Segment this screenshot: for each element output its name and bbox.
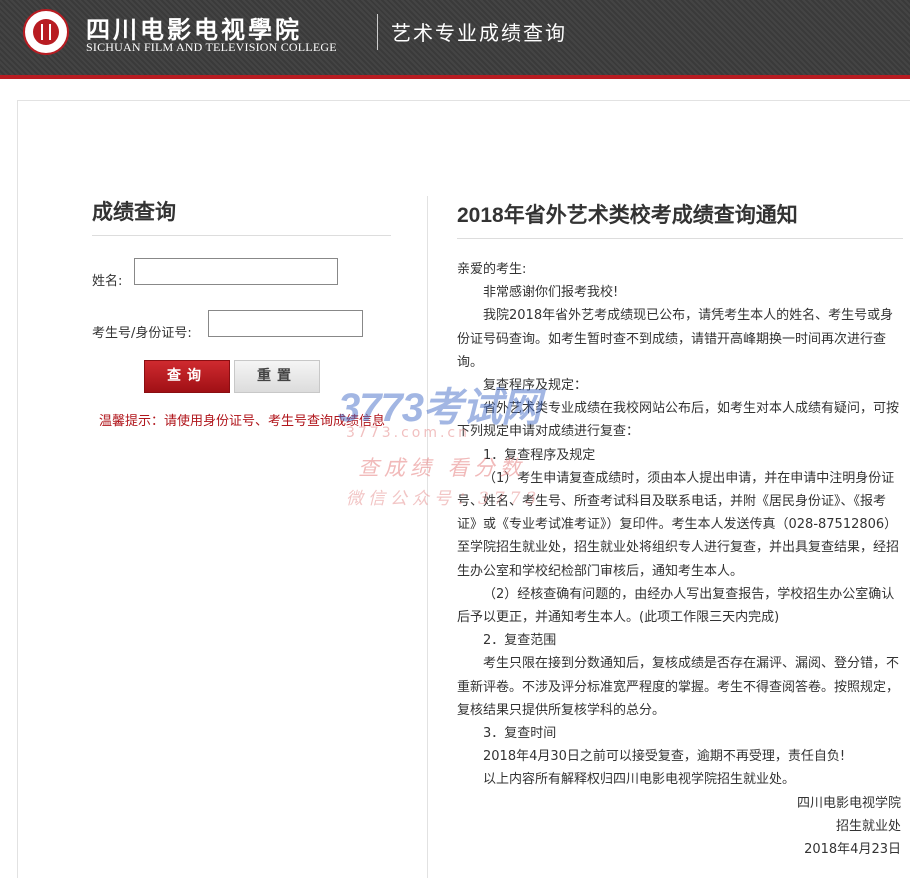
notice-title: 2018年省外艺术类校考成绩查询通知 bbox=[457, 204, 798, 227]
notice-title-divider bbox=[457, 238, 903, 239]
id-label: 考生号/身份证号: bbox=[92, 326, 192, 341]
name-input[interactable] bbox=[134, 258, 338, 285]
college-name-en: SICHUAN FILM AND TELEVISION COLLEGE bbox=[86, 40, 337, 54]
header-accent-bar bbox=[0, 75, 910, 79]
notice-paragraph: 2018年4月30日之前可以接受复查，逾期不再受理，责任自负! bbox=[483, 749, 846, 765]
query-title: 成绩查询 bbox=[92, 200, 176, 224]
header-divider bbox=[377, 14, 378, 50]
reset-button[interactable]: 重置 bbox=[234, 360, 320, 393]
notice-paragraph: （2）经核查确有问题的，由经办人写出复查报告，学校招生办公室确认后予以更正，并通… bbox=[457, 586, 895, 626]
notice-section-title: 3．复查时间 bbox=[483, 726, 557, 742]
id-number-input[interactable] bbox=[208, 310, 363, 337]
query-button[interactable]: 查询 bbox=[144, 360, 230, 393]
notice-thanks: 非常感谢你们报考我校! bbox=[483, 285, 619, 301]
notice-signature-dept: 招生就业处 bbox=[835, 818, 901, 834]
notice-section-title: 1．复查程序及规定 bbox=[483, 447, 596, 463]
notice-date: 2018年4月23日 bbox=[804, 842, 901, 858]
notice-paragraph: 我院2018年省外艺考成绩现已公布，请凭考生本人的姓名、考生号或身份证号码查询。… bbox=[457, 308, 894, 370]
notice-paragraph: （1）考生申请复查成绩时，须由本人提出申请，并在申请中注明身份证号、姓名、考生号… bbox=[457, 470, 900, 579]
query-tip: 温馨提示：请使用身份证号、考生号查询成绩信息 bbox=[98, 414, 385, 429]
notice-greeting: 亲爱的考生: bbox=[457, 262, 527, 277]
notice-paragraph: 省外艺术类专业成绩在我校网站公布后，如考生对本人成绩有疑问，可按下列规定申请对成… bbox=[457, 401, 900, 440]
notice-body: 亲爱的考生: 非常感谢你们报考我校! 我院2018年省外艺考成绩现已公布，请凭考… bbox=[457, 258, 901, 861]
college-logo-icon[interactable] bbox=[23, 9, 69, 55]
notice-signature-org: 四川电影电视学院 bbox=[796, 795, 901, 811]
page-name: 艺术专业成绩查询 bbox=[391, 21, 567, 45]
column-divider bbox=[427, 196, 428, 878]
notice-rights: 以上内容所有解释权归四川电影电视学院招生就业处。 bbox=[483, 772, 796, 788]
query-title-divider bbox=[92, 235, 391, 236]
name-label: 姓名: bbox=[92, 274, 123, 289]
notice-subheading: 复查程序及规定： bbox=[483, 378, 588, 394]
notice-paragraph: 考生只限在接到分数通知后，复核成绩是否存在漏评、漏阅、登分错，不重新评卷。不涉及… bbox=[457, 656, 900, 718]
notice-section-title: 2．复查范围 bbox=[483, 633, 557, 649]
